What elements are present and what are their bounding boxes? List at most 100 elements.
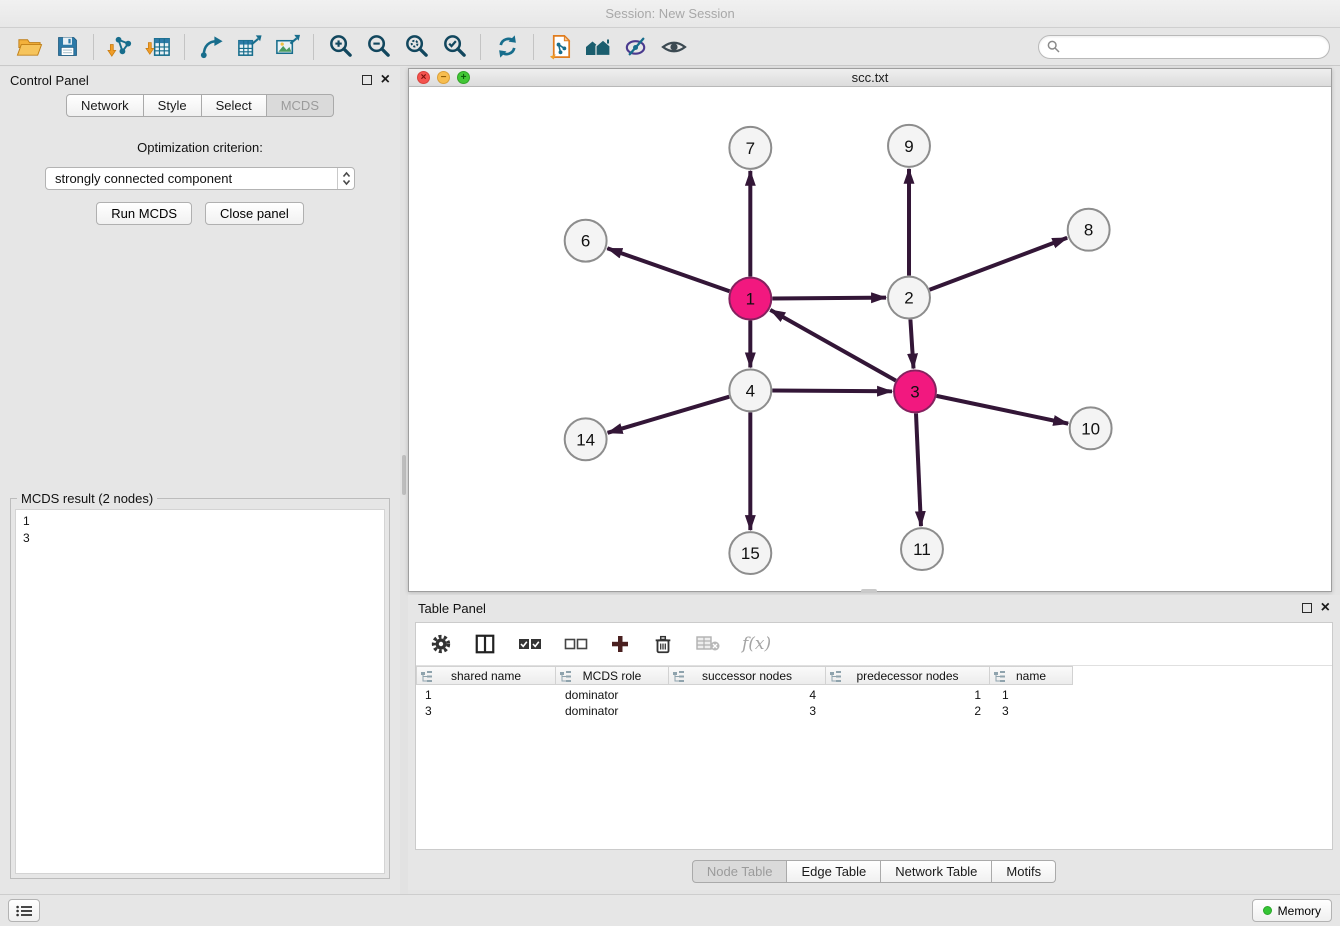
edge-3-1[interactable] bbox=[770, 310, 896, 381]
column-header-successor-nodes[interactable]: successor nodes bbox=[668, 666, 826, 685]
zoom-selected-button[interactable] bbox=[435, 31, 473, 63]
tab-select[interactable]: Select bbox=[202, 94, 267, 117]
tab-node-table[interactable]: Node Table bbox=[692, 860, 788, 883]
column-header-predecessor-nodes[interactable]: predecessor nodes bbox=[825, 666, 990, 685]
node-11[interactable]: 11 bbox=[901, 528, 943, 570]
zoom-out-button[interactable] bbox=[359, 31, 397, 63]
close-panel-icon[interactable]: × bbox=[1321, 603, 1330, 613]
delete-table-button[interactable] bbox=[696, 635, 720, 653]
close-panel-icon[interactable]: × bbox=[381, 75, 390, 85]
cell-predecessor-nodes[interactable]: 2 bbox=[828, 703, 993, 719]
tab-style[interactable]: Style bbox=[144, 94, 202, 117]
import-table-button[interactable] bbox=[139, 31, 177, 63]
close-panel-button[interactable]: Close panel bbox=[205, 202, 304, 225]
edge-1-2[interactable] bbox=[772, 298, 886, 299]
edge-3-11[interactable] bbox=[916, 413, 921, 526]
node-10[interactable]: 10 bbox=[1070, 407, 1112, 449]
node-4[interactable]: 4 bbox=[729, 369, 771, 411]
table-row[interactable]: 1dominator411 bbox=[416, 687, 1332, 703]
svg-text:4: 4 bbox=[746, 381, 755, 400]
network-graph[interactable]: 7 9 6 8 1 2 4 3 10 14 15 11 bbox=[409, 88, 1331, 591]
search-field[interactable] bbox=[1038, 35, 1330, 59]
zoom-in-button[interactable] bbox=[321, 31, 359, 63]
edge-4-3[interactable] bbox=[772, 390, 892, 391]
column-layout-button[interactable] bbox=[474, 633, 496, 655]
node-8[interactable]: 8 bbox=[1068, 209, 1110, 251]
cell-name[interactable]: 3 bbox=[993, 703, 1077, 719]
node-9[interactable]: 9 bbox=[888, 125, 930, 167]
eye-icon bbox=[660, 33, 688, 61]
cell-MCDS-role[interactable]: dominator bbox=[556, 703, 670, 719]
show-details-button[interactable] bbox=[655, 31, 693, 63]
network-window-titlebar[interactable]: ×−+ scc.txt bbox=[409, 69, 1331, 87]
checked-boxes-icon bbox=[518, 637, 542, 651]
window-resize-grip[interactable] bbox=[861, 589, 877, 593]
close-window-button[interactable]: × bbox=[417, 71, 430, 84]
float-panel-icon[interactable] bbox=[1302, 603, 1312, 613]
function-builder-button[interactable]: f(x) bbox=[742, 634, 771, 654]
panel-split-divider[interactable] bbox=[400, 67, 408, 894]
export-table-button[interactable] bbox=[230, 31, 268, 63]
node-14[interactable]: 14 bbox=[565, 418, 607, 460]
search-input[interactable] bbox=[1065, 39, 1321, 54]
apply-layout-button[interactable] bbox=[488, 31, 526, 63]
mcds-result-list[interactable]: 13 bbox=[15, 509, 385, 874]
tab-network-table[interactable]: Network Table bbox=[881, 860, 992, 883]
node-6[interactable]: 6 bbox=[565, 220, 607, 262]
tab-motifs[interactable]: Motifs bbox=[992, 860, 1056, 883]
delete-column-button[interactable] bbox=[652, 633, 674, 655]
export-image-button[interactable] bbox=[268, 31, 306, 63]
edge-3-10[interactable] bbox=[936, 396, 1068, 424]
import-network-button[interactable] bbox=[101, 31, 139, 63]
cell-shared-name[interactable]: 1 bbox=[416, 687, 556, 703]
trash-icon bbox=[652, 633, 674, 655]
split-drag-handle[interactable] bbox=[402, 455, 406, 495]
edge-1-6[interactable] bbox=[607, 248, 729, 291]
cell-MCDS-role[interactable]: dominator bbox=[556, 687, 670, 703]
column-header-MCDS-role[interactable]: MCDS role bbox=[555, 666, 669, 685]
cell-predecessor-nodes[interactable]: 1 bbox=[828, 687, 993, 703]
column-header-name[interactable]: name bbox=[989, 666, 1073, 685]
node-15[interactable]: 15 bbox=[729, 532, 771, 574]
run-mcds-button[interactable]: Run MCDS bbox=[96, 202, 192, 225]
open-folder-icon bbox=[16, 33, 43, 60]
deselect-all-columns-button[interactable] bbox=[564, 637, 588, 651]
annotations-button[interactable] bbox=[617, 31, 655, 63]
table-settings-button[interactable] bbox=[430, 633, 452, 655]
edge-2-3[interactable] bbox=[910, 320, 913, 369]
cell-shared-name[interactable]: 3 bbox=[416, 703, 556, 719]
edge-4-14[interactable] bbox=[608, 397, 730, 433]
edge-2-8[interactable] bbox=[930, 238, 1068, 290]
float-panel-icon[interactable] bbox=[362, 75, 372, 85]
tab-network[interactable]: Network bbox=[66, 94, 144, 117]
node-3[interactable]: 3 bbox=[894, 370, 936, 412]
select-all-columns-button[interactable] bbox=[518, 637, 542, 651]
control-panel: Control Panel × NetworkStyleSelectMCDS O… bbox=[0, 67, 400, 894]
memory-button[interactable]: Memory bbox=[1252, 899, 1332, 922]
zoom-fit-button[interactable] bbox=[397, 31, 435, 63]
column-header-shared-name[interactable]: shared name bbox=[416, 666, 556, 685]
tab-edge-table[interactable]: Edge Table bbox=[787, 860, 881, 883]
optimization-criterion-label: Optimization criterion: bbox=[0, 140, 400, 155]
network-canvas[interactable]: 7 9 6 8 1 2 4 3 10 14 15 11 bbox=[409, 88, 1331, 591]
minimize-window-button[interactable]: − bbox=[437, 71, 450, 84]
cell-successor-nodes[interactable]: 4 bbox=[670, 687, 828, 703]
open-session-button[interactable] bbox=[10, 31, 48, 63]
export-network-button[interactable] bbox=[192, 31, 230, 63]
cell-successor-nodes[interactable]: 3 bbox=[670, 703, 828, 719]
node-1[interactable]: 1 bbox=[729, 278, 771, 320]
export-document-button[interactable] bbox=[541, 31, 579, 63]
save-session-button[interactable] bbox=[48, 31, 86, 63]
node-7[interactable]: 7 bbox=[729, 127, 771, 169]
node-2[interactable]: 2 bbox=[888, 277, 930, 319]
tab-mcds[interactable]: MCDS bbox=[267, 94, 334, 117]
add-column-button[interactable] bbox=[610, 634, 630, 654]
table-row[interactable]: 3dominator323 bbox=[416, 703, 1332, 719]
cell-name[interactable]: 1 bbox=[993, 687, 1077, 703]
ndex-button[interactable] bbox=[579, 31, 617, 63]
task-history-button[interactable] bbox=[8, 899, 40, 922]
criterion-dropdown[interactable]: strongly connected component bbox=[45, 167, 355, 190]
zoom-window-button[interactable]: + bbox=[457, 71, 470, 84]
export-table-icon bbox=[236, 33, 263, 60]
delete-table-icon bbox=[696, 635, 720, 653]
